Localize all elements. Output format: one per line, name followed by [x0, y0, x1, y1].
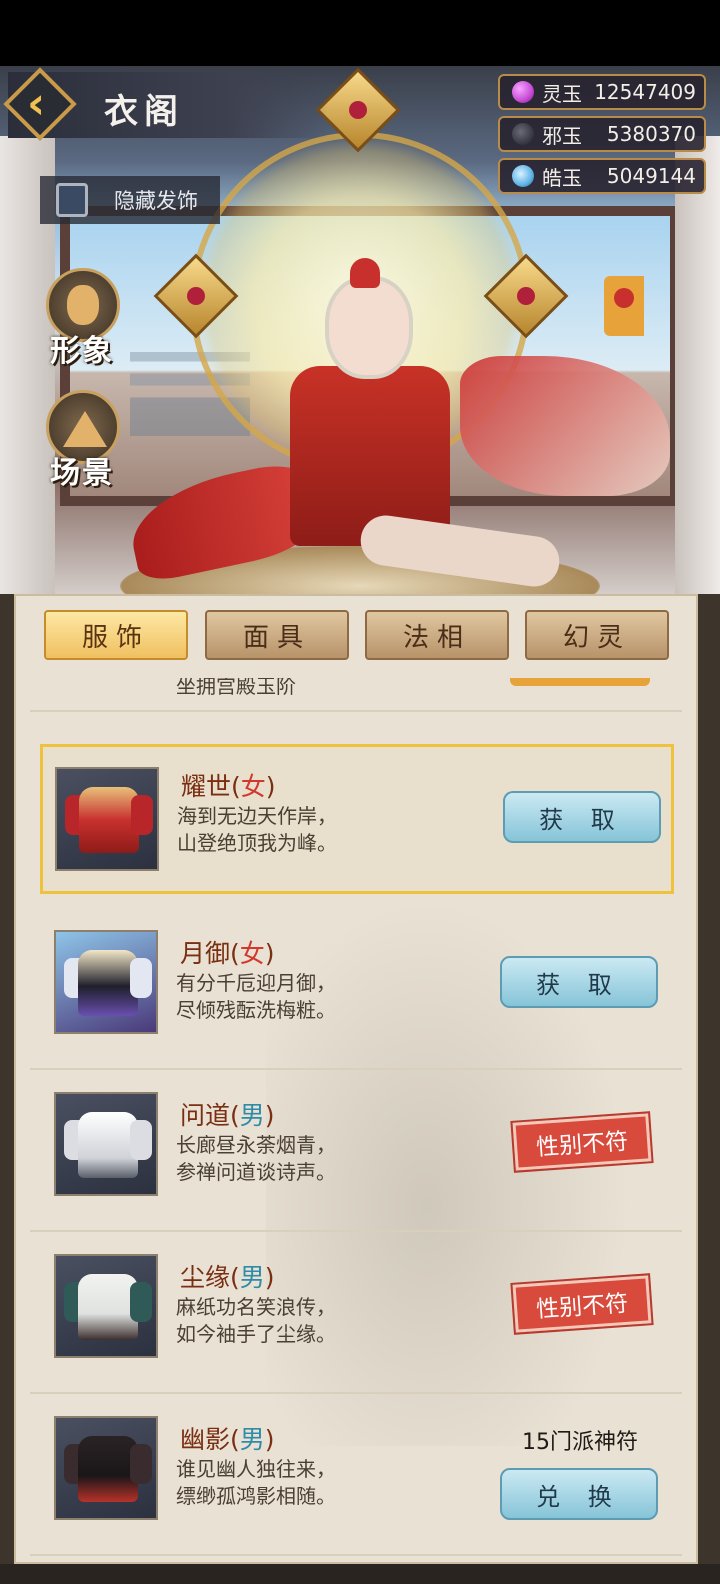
- get-button-partial[interactable]: [510, 678, 650, 686]
- portrait-icon: [67, 285, 99, 325]
- mountain-icon: [63, 411, 107, 447]
- status-bar: [0, 0, 720, 66]
- list-item[interactable]: 尘缘(男) 麻纸功名笑浪传， 如今袖手了尘缘。 性别不符: [30, 1234, 682, 1394]
- outfit-description: 谁见幽人独往来， 缥缈孤鸿影相随。: [176, 1457, 336, 1508]
- outfit-name: 月御(女): [180, 939, 275, 968]
- page-title: 衣阁: [104, 92, 184, 132]
- outfit-name: 幽影(男): [180, 1425, 275, 1454]
- list-item[interactable]: 月御(女) 有分千卮迎月御， 尽倾残酝洗梅粧。 获 取: [30, 910, 682, 1070]
- panel-frame-left: [0, 594, 14, 1564]
- hide-label: 隐藏发饰: [114, 189, 198, 213]
- side-drawer-tab[interactable]: [604, 276, 644, 336]
- seal-icon: [614, 288, 634, 308]
- currency-xieyu: 邪玉 5380370: [498, 116, 706, 152]
- list-item[interactable]: 坐拥宫殿玉阶: [30, 678, 682, 712]
- character-model[interactable]: [122, 258, 670, 600]
- currency-lingyu: 灵玉 12547409: [498, 74, 706, 110]
- outfit-name: 尘缘(男): [180, 1263, 275, 1292]
- outfit-name: 问道(男): [180, 1101, 275, 1130]
- outfit-description: 有分千卮迎月御， 尽倾残酝洗梅粧。: [176, 971, 336, 1022]
- outfit-thumbnail: [54, 1254, 158, 1358]
- outfit-thumbnail: [55, 767, 159, 871]
- dark-swirl-icon: [512, 123, 534, 145]
- exchange-button[interactable]: 兑 换: [500, 1468, 658, 1520]
- outfit-name: 耀世(女): [181, 772, 276, 801]
- pink-orb-icon: [512, 81, 534, 103]
- list-item[interactable]: 问道(男) 长廊昼永荼烟青， 参禅问道谈诗声。 性别不符: [30, 1072, 682, 1232]
- get-button[interactable]: 获 取: [503, 791, 661, 843]
- outfit-list[interactable]: 坐拥宫殿玉阶 耀世(女) 海到无边天作岸， 山登绝顶我为峰。 获 取 月御(女) …: [30, 678, 682, 1564]
- list-item[interactable]: 耀世(女) 海到无边天作岸， 山登绝顶我为峰。 获 取: [40, 744, 674, 894]
- hide-hair-accessory-toggle[interactable]: 隐藏发饰: [40, 176, 220, 224]
- scene-label: 场景: [50, 456, 114, 491]
- appearance-label: 形象: [50, 334, 114, 369]
- outfit-description: 麻纸功名笑浪传， 如今袖手了尘缘。: [176, 1295, 336, 1346]
- outfit-description: 长廊昼永荼烟青， 参禅问道谈诗声。: [176, 1133, 336, 1184]
- bottom-frame: [0, 1564, 720, 1584]
- panel-frame-right: [698, 594, 720, 1564]
- list-item[interactable]: 幽影(男) 谁见幽人独往来， 缥缈孤鸿影相随。 15门派神符 兑 换: [30, 1396, 682, 1556]
- currency-haoyu: 皓玉 5049144: [498, 158, 706, 194]
- gender-mismatch-badge: 性别不符: [510, 1272, 654, 1336]
- tab-dharma-form[interactable]: 法相: [365, 610, 509, 660]
- gender-mismatch-badge: 性别不符: [510, 1110, 654, 1174]
- back-arrow-icon[interactable]: ‹: [27, 82, 67, 126]
- get-button[interactable]: 获 取: [500, 956, 658, 1008]
- outfit-description: 海到无边天作岸， 山登绝顶我为峰。: [177, 804, 337, 855]
- curtain-right: [675, 136, 720, 600]
- hide-checkbox[interactable]: [56, 183, 88, 217]
- outfit-thumbnail: [54, 930, 158, 1034]
- outfit-thumbnail: [54, 1092, 158, 1196]
- blue-swirl-icon: [512, 165, 534, 187]
- tab-phantom-spirit[interactable]: 幻灵: [525, 610, 669, 660]
- outfit-description-partial: 坐拥宫殿玉阶: [176, 678, 296, 698]
- outfit-thumbnail: [54, 1416, 158, 1520]
- tab-mask[interactable]: 面具: [205, 610, 349, 660]
- tab-clothing[interactable]: 服饰: [44, 610, 188, 660]
- exchange-cost: 15门派神符: [522, 1430, 638, 1455]
